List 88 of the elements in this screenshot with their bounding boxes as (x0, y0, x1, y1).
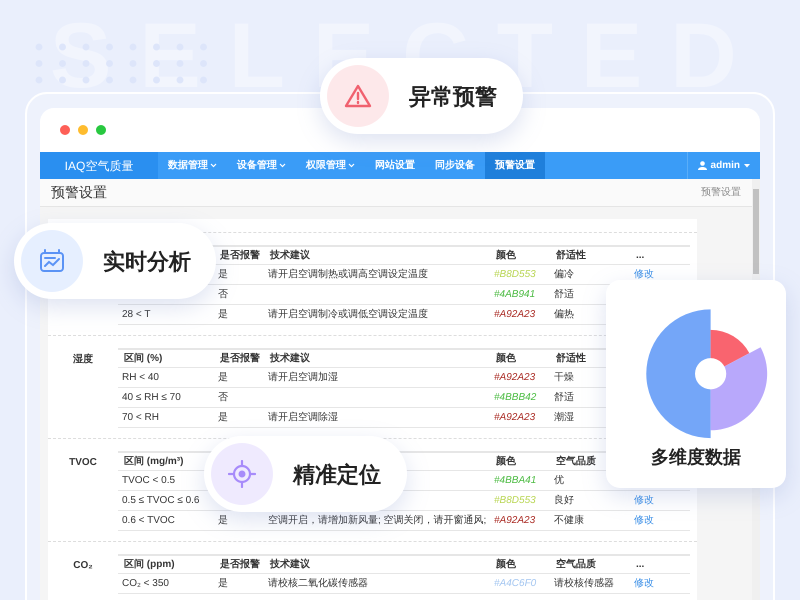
column-header: ... (636, 559, 644, 570)
table-cell: 优 (554, 475, 564, 486)
column-header: 颜色 (496, 456, 516, 467)
section-label: 湿度 (73, 352, 93, 367)
scroll-thumb[interactable] (753, 189, 759, 274)
table-cell: 舒适 (554, 392, 574, 403)
user-icon (698, 161, 707, 170)
section-label: CO₂ (73, 559, 93, 573)
chevron-icon (348, 163, 355, 168)
table-cell: 0.6 < TVOC (122, 515, 175, 526)
table-cell: CO₂ < 350 (122, 578, 169, 589)
table-cell: 是 (218, 412, 228, 423)
edit-link[interactable]: 修改 (634, 495, 654, 506)
table-cell: 是 (218, 515, 228, 526)
table-cell: 请校核传感器 (554, 578, 614, 589)
column-header: 颜色 (496, 559, 516, 570)
column-header: 是否报警 (220, 250, 260, 261)
card-label: 多维度数据 (651, 446, 741, 469)
color-code: #4BBB42 (494, 392, 536, 403)
page-title: 预警设置 (51, 183, 107, 202)
table-cell: 0.5 ≤ TVOC ≤ 0.6 (122, 495, 200, 506)
table-cell: 否 (218, 289, 228, 300)
column-header: 技术建议 (270, 559, 310, 570)
color-code: #A92A23 (494, 372, 536, 383)
nav-item[interactable]: 数据管理 (158, 152, 227, 179)
table-cell: 良好 (554, 495, 574, 506)
column-header: 舒适性 (556, 353, 586, 364)
column-header: 舒适性 (556, 250, 586, 261)
table-cell: 40 ≤ RH ≤ 70 (122, 392, 181, 403)
color-code: #A4C6F0 (494, 578, 536, 589)
color-code: #4AB941 (494, 289, 536, 300)
column-header: 技术建议 (270, 353, 310, 364)
nav-item[interactable]: 设备管理 (227, 152, 296, 179)
table-cell: 28 < T (122, 309, 150, 320)
nav-item[interactable]: 权限管理 (296, 152, 365, 179)
target-icon (228, 460, 256, 488)
chevron-icon (279, 163, 286, 168)
table-cell: 干燥 (554, 372, 574, 383)
table-cell: RH < 40 (122, 372, 159, 383)
table-cell: 否 (218, 392, 228, 403)
edit-link[interactable]: 修改 (634, 578, 654, 589)
breadcrumb: 预警设置 (701, 186, 741, 200)
nav-item[interactable]: 网站设置 (365, 152, 425, 179)
column-header: 技术建议 (270, 250, 310, 261)
table-cell: 不健康 (554, 515, 584, 526)
color-code: #B8D553 (494, 495, 536, 506)
table-cell: TVOC < 0.5 (122, 475, 176, 486)
column-header: ... (636, 250, 644, 261)
brand[interactable]: IAQ空气质量 (40, 152, 158, 179)
table-cell: 舒适 (554, 289, 574, 300)
table-cell: 请开启空调除湿 (268, 412, 338, 423)
color-code: #A92A23 (494, 515, 536, 526)
column-header: 区间 (mg/m³) (124, 456, 184, 467)
table-cell: 请开启空调制冷或调低空调设定温度 (268, 309, 428, 320)
chevron-icon (210, 163, 217, 168)
table-cell: 请开启空调加湿 (268, 372, 338, 383)
table-cell: 70 < RH (122, 412, 159, 423)
table-cell: 是 (218, 309, 228, 320)
table-cell: 是 (218, 372, 228, 383)
badge-label: 精准定位 (293, 460, 381, 488)
column-header: 区间 (%) (124, 353, 162, 364)
color-code: #A92A23 (494, 412, 536, 423)
nav-item[interactable]: 同步设备 (425, 152, 485, 179)
edit-link[interactable]: 修改 (634, 515, 654, 526)
table-cell: 是 (218, 269, 228, 280)
color-code: #A92A23 (494, 309, 536, 320)
table-cell: 偏热 (554, 309, 574, 320)
nav-item[interactable]: 预警设置 (485, 152, 545, 179)
column-header: 是否报警 (220, 559, 260, 570)
table-cell: 偏冷 (554, 269, 574, 280)
column-header: 空气品质 (556, 456, 596, 467)
column-header: 区间 (ppm) (124, 559, 175, 570)
color-code: #B8D553 (494, 269, 536, 280)
table-cell: 潮湿 (554, 412, 574, 423)
badge-label: 实时分析 (103, 248, 191, 276)
column-header: 颜色 (496, 250, 516, 261)
column-header: 颜色 (496, 353, 516, 364)
table-cell: 空调开启，请增加新风量; 空调关闭，请开窗通风; (268, 515, 486, 526)
table-cell: 请开启空调制热或调高空调设定温度 (268, 269, 428, 280)
table-cell: 请校核二氧化碳传感器 (268, 578, 368, 589)
table-cell: 是 (218, 578, 228, 589)
caret-icon (744, 164, 750, 168)
chart-icon (39, 249, 65, 273)
column-header: 是否报警 (220, 353, 260, 364)
section-label: TVOC (69, 456, 97, 470)
edit-link[interactable]: 修改 (634, 269, 654, 280)
column-header: 空气品质 (556, 559, 596, 570)
color-code: #4BBA41 (494, 475, 536, 486)
